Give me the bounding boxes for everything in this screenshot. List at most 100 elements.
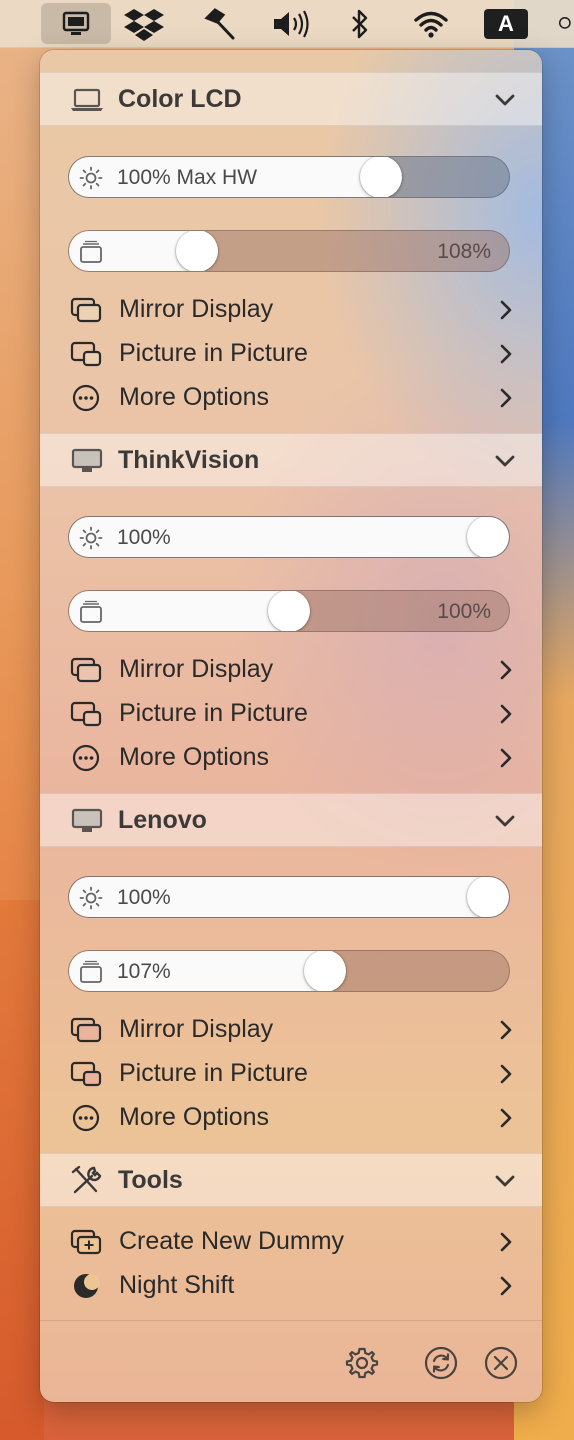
contrast-icon xyxy=(80,960,102,983)
brightness-value: 100% xyxy=(117,886,171,909)
section-header-thinkvision[interactable]: ThinkVision xyxy=(40,433,542,487)
laptop-icon xyxy=(71,88,103,111)
contrast-slider-thinkvision[interactable]: 100% xyxy=(68,590,510,632)
monitor-icon xyxy=(71,808,103,832)
display-icon[interactable] xyxy=(41,3,111,44)
section-header-color-lcd[interactable]: Color LCD xyxy=(40,72,542,126)
chevron-right-icon xyxy=(500,1276,512,1296)
menu-item-more-options[interactable]: More Options xyxy=(40,738,542,778)
slider-fill xyxy=(69,951,325,991)
chevron-down-icon[interactable] xyxy=(494,450,516,472)
mirror-display-icon xyxy=(70,297,102,323)
picture-in-picture-icon xyxy=(70,701,102,727)
volume-icon[interactable] xyxy=(270,0,314,47)
slider-knob[interactable] xyxy=(268,591,310,631)
chevron-right-icon xyxy=(500,748,512,768)
chevron-down-icon[interactable] xyxy=(494,810,516,832)
contrast-value: 100% xyxy=(437,600,491,623)
menu-item-label: Picture in Picture xyxy=(119,339,308,367)
display-menu-panel: Color LCD 100% Max HW 108% Mirror Displa… xyxy=(40,50,542,1402)
slider-knob[interactable] xyxy=(304,951,346,991)
chevron-right-icon xyxy=(500,344,512,364)
wifi-icon[interactable] xyxy=(411,0,451,47)
contrast-value: 107% xyxy=(117,960,171,983)
picture-in-picture-icon xyxy=(70,341,102,367)
hammer-icon[interactable] xyxy=(199,0,239,47)
tools-icon xyxy=(71,1166,102,1194)
menu-item-night-shift[interactable]: Night Shift xyxy=(40,1266,542,1306)
menu-item-label: Picture in Picture xyxy=(119,699,308,727)
section-title: Color LCD xyxy=(118,84,242,113)
brightness-icon xyxy=(79,166,103,190)
menu-item-picture-in-picture[interactable]: Picture in Picture xyxy=(40,334,542,374)
menu-item-label: Mirror Display xyxy=(119,655,274,683)
dropbox-icon[interactable] xyxy=(122,0,166,47)
menu-item-label: Mirror Display xyxy=(119,295,274,323)
menu-item-mirror-display[interactable]: Mirror Display xyxy=(40,650,542,690)
more-options-icon xyxy=(72,384,100,412)
more-options-icon xyxy=(72,1104,100,1132)
input-source-icon[interactable]: A xyxy=(483,0,529,47)
menu-item-label: Picture in Picture xyxy=(119,1059,308,1087)
menu-item-mirror-display[interactable]: Mirror Display xyxy=(40,290,542,330)
menu-item-label: More Options xyxy=(119,743,270,771)
menu-item-picture-in-picture[interactable]: Picture in Picture xyxy=(40,1054,542,1094)
monitor-icon xyxy=(71,448,103,472)
contrast-icon xyxy=(80,600,102,623)
contrast-value: 108% xyxy=(437,240,491,263)
mirror-display-icon xyxy=(70,657,102,683)
brightness-icon xyxy=(79,526,103,550)
chevron-right-icon xyxy=(500,704,512,724)
menu-item-label: Create New Dummy xyxy=(119,1227,345,1255)
chevron-right-icon xyxy=(500,1232,512,1252)
brightness-value: 100% xyxy=(117,526,171,549)
contrast-icon xyxy=(80,240,102,263)
menu-item-more-options[interactable]: More Options xyxy=(40,378,542,418)
bluetooth-icon[interactable] xyxy=(346,0,374,47)
slider-knob[interactable] xyxy=(467,877,509,917)
section-title: Tools xyxy=(118,1165,183,1194)
chevron-right-icon xyxy=(500,300,512,320)
contrast-slider-color-lcd[interactable]: 108% xyxy=(68,230,510,272)
chevron-down-icon[interactable] xyxy=(494,1170,516,1192)
brightness-slider-lenovo[interactable]: 100% xyxy=(68,876,510,918)
menu-item-picture-in-picture[interactable]: Picture in Picture xyxy=(40,694,542,734)
chevron-right-icon xyxy=(500,1020,512,1040)
menu-item-label: More Options xyxy=(119,383,270,411)
menu-item-label: More Options xyxy=(119,1103,270,1131)
menu-item-label: Mirror Display xyxy=(119,1015,274,1043)
slider-knob[interactable] xyxy=(360,157,402,197)
section-title: ThinkVision xyxy=(118,445,260,474)
section-header-lenovo[interactable]: Lenovo xyxy=(40,793,542,847)
slider-knob[interactable] xyxy=(176,231,218,271)
section-header-tools[interactable]: Tools xyxy=(40,1153,542,1207)
chevron-right-icon xyxy=(500,388,512,408)
chevron-right-icon xyxy=(500,660,512,680)
menu-item-label: Night Shift xyxy=(119,1271,235,1299)
section-title: Lenovo xyxy=(118,805,207,834)
chevron-down-icon[interactable] xyxy=(494,89,516,111)
chevron-right-icon xyxy=(500,1064,512,1084)
slider-knob[interactable] xyxy=(467,517,509,557)
refresh-icon[interactable] xyxy=(424,1346,458,1380)
chevron-right-icon xyxy=(500,1108,512,1128)
wallpaper-red xyxy=(0,900,44,1440)
input-source-label: A xyxy=(484,8,528,39)
search-icon[interactable] xyxy=(558,0,574,47)
brightness-slider-color-lcd[interactable]: 100% Max HW xyxy=(68,156,510,198)
picture-in-picture-icon xyxy=(70,1061,102,1087)
settings-icon[interactable] xyxy=(345,1346,379,1380)
night-shift-icon xyxy=(74,1274,100,1298)
menu-item-mirror-display[interactable]: Mirror Display xyxy=(40,1010,542,1050)
create-dummy-icon xyxy=(70,1229,102,1255)
menu-bar: A xyxy=(0,0,574,48)
quit-icon[interactable] xyxy=(484,1346,518,1380)
menu-item-create-new-dummy[interactable]: Create New Dummy xyxy=(40,1222,542,1262)
contrast-slider-lenovo[interactable]: 107% xyxy=(68,950,510,992)
panel-footer xyxy=(40,1320,542,1402)
brightness-value: 100% Max HW xyxy=(117,166,258,189)
brightness-icon xyxy=(79,886,103,910)
more-options-icon xyxy=(72,744,100,772)
brightness-slider-thinkvision[interactable]: 100% xyxy=(68,516,510,558)
menu-item-more-options[interactable]: More Options xyxy=(40,1098,542,1138)
